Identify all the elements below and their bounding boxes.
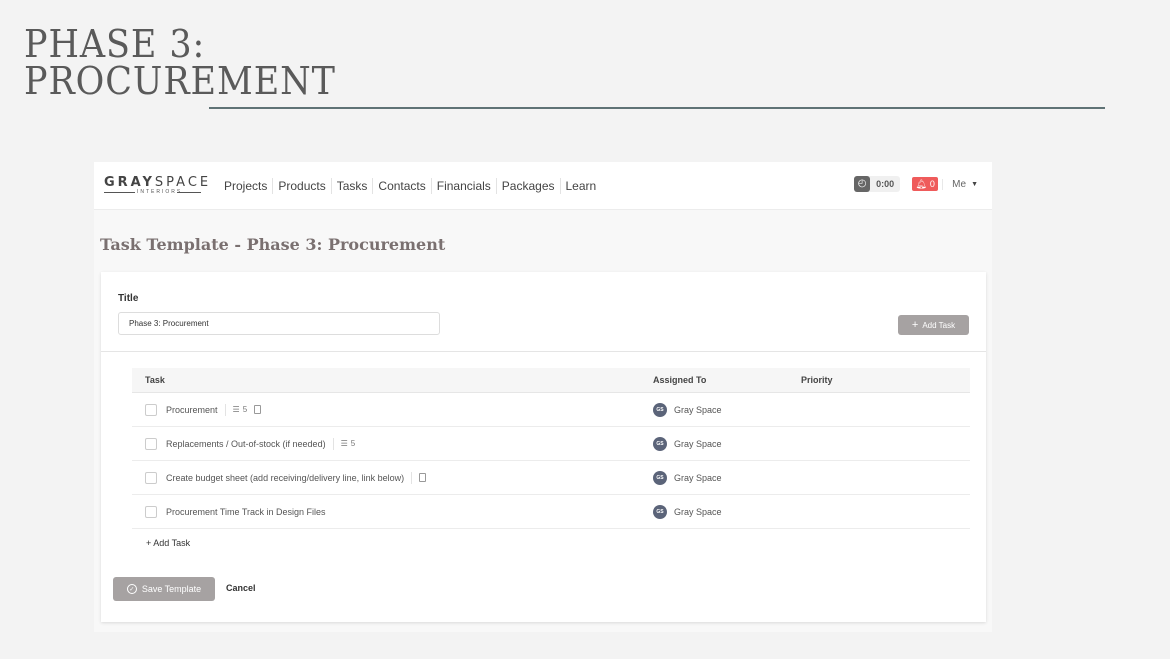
template-form-card: Title + Add Task Task Assigned To Priori… <box>101 272 986 622</box>
avatar: GS <box>653 470 667 485</box>
header-priority: Priority <box>801 375 833 385</box>
user-label: Me <box>952 178 967 190</box>
logo-word-light: SPACE <box>154 174 212 190</box>
tasks-table: Task Assigned To Priority Procurement ☰ 5… <box>132 368 970 529</box>
timer-value: 0:00 <box>876 179 895 189</box>
caret-down-icon: ▼ <box>971 180 978 188</box>
task-checkbox[interactable] <box>145 505 157 518</box>
bell-icon: 🔔︎ <box>915 178 927 189</box>
menu-item-tasks[interactable]: Tasks <box>332 177 374 194</box>
meta-separator <box>411 471 413 484</box>
subtask-count: ☰ 5 <box>341 439 356 448</box>
add-task-button[interactable]: + Add Task <box>898 315 969 335</box>
save-template-label: Save Template <box>141 584 202 594</box>
avatar: GS <box>653 504 667 519</box>
subtasks-icon: ☰ <box>340 439 348 448</box>
menu-item-learn[interactable]: Learn <box>561 178 602 194</box>
meta-separator <box>224 403 226 416</box>
assignee-name: Gray Space <box>674 472 722 483</box>
menu-item-financials[interactable]: Financials <box>432 177 497 194</box>
header-task: Task <box>145 375 165 385</box>
assignee-name: Gray Space <box>674 438 722 449</box>
menu-item-projects[interactable]: Projects <box>224 177 274 194</box>
cancel-button[interactable]: Cancel <box>226 583 256 593</box>
task-name[interactable]: Create budget sheet (add receiving/deliv… <box>166 473 404 483</box>
add-task-link[interactable]: + Add Task <box>132 538 190 548</box>
stopwatch-icon: ◴ <box>854 176 871 192</box>
header-assigned-to: Assigned To <box>653 375 707 385</box>
top-navbar: GRAYSPACE INTERIORS Projects Products Ta… <box>94 162 992 210</box>
nav-right: ◴ 0:00 🔔︎ 0 Me ▼ <box>854 176 978 192</box>
notifications-button[interactable]: 🔔︎ 0 <box>912 177 939 191</box>
file-icon <box>419 473 427 482</box>
title-input[interactable] <box>118 312 440 335</box>
logo-underline-left <box>104 191 135 193</box>
page-title: Task Template - Phase 3: Procurement <box>100 235 446 254</box>
avatar: GS <box>653 436 667 451</box>
meta-separator <box>332 437 334 450</box>
task-name[interactable]: Procurement Time Track in Design Files <box>166 507 326 517</box>
subtask-count: ☰ 5 <box>233 405 248 414</box>
slide-title: PHASE 3: PROCUREMENT <box>24 22 336 103</box>
task-name[interactable]: Replacements / Out-of-stock (if needed) <box>166 439 326 449</box>
subtask-count-value: 5 <box>242 405 248 414</box>
time-tracker[interactable]: ◴ 0:00 <box>854 176 901 192</box>
notification-count: 0 <box>929 179 935 189</box>
title-label: Title <box>118 293 139 304</box>
main-menu: Projects Products Tasks Contacts Financi… <box>224 177 602 194</box>
table-row[interactable]: Replacements / Out-of-stock (if needed) … <box>132 427 970 461</box>
logo-word-bold: GRAY <box>104 174 155 190</box>
task-checkbox[interactable] <box>145 403 157 416</box>
plus-icon: + <box>911 319 919 331</box>
check-circle-icon: ✓ <box>126 584 137 594</box>
table-row[interactable]: Create budget sheet (add receiving/deliv… <box>132 461 970 495</box>
add-task-button-label: Add Task <box>922 320 956 330</box>
menu-item-packages[interactable]: Packages <box>497 177 561 194</box>
app-screenshot: GRAYSPACE INTERIORS Projects Products Ta… <box>94 162 992 632</box>
task-checkbox[interactable] <box>145 471 157 484</box>
slide-title-line-1: PHASE 3: <box>24 22 206 66</box>
subtasks-icon: ☰ <box>232 405 240 414</box>
menu-item-products[interactable]: Products <box>273 177 332 194</box>
card-divider <box>101 351 986 352</box>
assignee-name: Gray Space <box>674 506 722 517</box>
file-icon <box>254 405 262 414</box>
task-checkbox[interactable] <box>145 437 157 450</box>
assignee-name: Gray Space <box>674 404 722 415</box>
logo-subtitle: INTERIORS <box>137 188 183 195</box>
menu-item-contacts[interactable]: Contacts <box>373 177 432 194</box>
brand-logo[interactable]: GRAYSPACE INTERIORS <box>104 171 208 201</box>
user-menu[interactable]: Me ▼ <box>942 178 978 190</box>
table-header: Task Assigned To Priority <box>132 368 970 393</box>
table-row[interactable]: Procurement Time Track in Design Files G… <box>132 495 970 529</box>
save-template-button[interactable]: ✓ Save Template <box>113 577 215 601</box>
table-row[interactable]: Procurement ☰ 5 GS Gray Space <box>132 393 970 427</box>
logo-wordmark: GRAYSPACE <box>104 175 211 190</box>
slide-title-line-2: PROCUREMENT <box>24 59 336 103</box>
subtask-count-value: 5 <box>350 439 356 448</box>
avatar: GS <box>653 402 667 417</box>
title-divider <box>209 107 1105 109</box>
task-name[interactable]: Procurement <box>166 405 218 415</box>
